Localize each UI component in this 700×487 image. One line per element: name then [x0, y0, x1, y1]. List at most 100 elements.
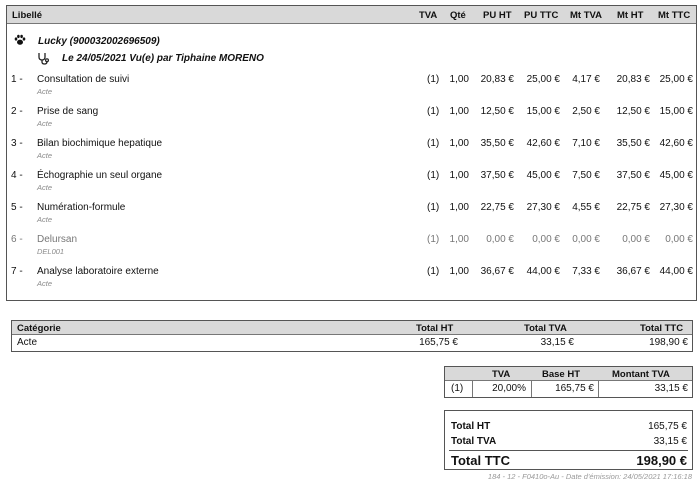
- col-base-ht: Base HT: [542, 369, 581, 380]
- line-index: 1 -: [11, 74, 23, 85]
- vat-code: (1): [451, 383, 464, 394]
- line-tva-code: (1): [427, 106, 440, 117]
- col-pu-ht: PU HT: [483, 10, 512, 21]
- totals-box: Total HT 165,75 € Total TVA 33,15 € Tota…: [444, 410, 693, 470]
- category-total-tva: 33,15 €: [540, 337, 574, 348]
- line-category: Acte: [37, 215, 53, 224]
- col-total-ttc: Total TTC: [640, 323, 684, 334]
- col-montant-tva: Montant TVA: [612, 369, 670, 380]
- table-row: Acte 165,75 € 33,15 € 198,90 €: [12, 335, 692, 351]
- line-category: Acte: [37, 279, 53, 288]
- invoice-line: 5 - Numération-formule Acte (1) 1,00 22,…: [7, 202, 696, 232]
- line-mt-tva: 7,50 €: [572, 170, 600, 181]
- line-mt-ttc: 44,00 €: [659, 266, 693, 277]
- line-qte: 1,00: [449, 106, 469, 117]
- col-tva: TVA: [419, 10, 438, 21]
- line-pu-ht: 0,00 €: [486, 234, 514, 245]
- line-mt-tva: 4,17 €: [572, 74, 600, 85]
- invoice-line: 6 - Delursan DEL001 (1) 1,00 0,00 € 0,00…: [7, 234, 696, 264]
- col-pu-ttc: PU TTC: [524, 10, 559, 21]
- invoice-line: 7 - Analyse laboratoire externe Acte (1)…: [7, 266, 696, 296]
- line-pu-ttc: 27,30 €: [526, 202, 560, 213]
- line-label: Consultation de suivi: [37, 74, 130, 85]
- line-mt-ht: 22,75 €: [616, 202, 650, 213]
- col-libelle: Libellé: [12, 10, 43, 21]
- line-pu-ttc: 44,00 €: [526, 266, 560, 277]
- line-category: Acte: [37, 119, 53, 128]
- visit-info: Le 24/05/2021 Vu(e) par Tiphaine MORENO: [62, 53, 264, 64]
- col-total-tva: Total TVA: [524, 323, 567, 334]
- category-total-ttc: 198,90 €: [649, 337, 688, 348]
- col-vat-rate: TVA: [492, 369, 511, 380]
- line-mt-ttc: 25,00 €: [659, 74, 693, 85]
- line-pu-ttc: 42,60 €: [526, 138, 560, 149]
- category-table-header: Catégorie Total HT Total TVA Total TTC: [12, 321, 692, 335]
- total-ttc-value: 198,90 €: [636, 453, 687, 468]
- line-index: 7 -: [11, 266, 23, 277]
- invoice-line: 2 - Prise de sang Acte (1) 1,00 12,50 € …: [7, 106, 696, 136]
- line-tva-code: (1): [427, 74, 440, 85]
- total-ht-label: Total HT: [451, 421, 491, 432]
- line-label: Prise de sang: [37, 106, 99, 117]
- category-total-ht: 165,75 €: [419, 337, 458, 348]
- vat-breakdown-table: TVA Base HT Montant TVA (1) 20,00% 165,7…: [444, 366, 693, 398]
- total-tva-value: 33,15 €: [653, 436, 687, 447]
- vat-amount: 33,15 €: [654, 383, 688, 394]
- line-label: Delursan: [37, 234, 78, 245]
- invoice-line: 1 - Consultation de suivi Acte (1) 1,00 …: [7, 74, 696, 104]
- line-mt-ttc: 0,00 €: [665, 234, 693, 245]
- line-pu-ht: 37,50 €: [480, 170, 514, 181]
- line-tva-code: (1): [427, 138, 440, 149]
- line-mt-ht: 0,00 €: [622, 234, 650, 245]
- line-qte: 1,00: [449, 202, 469, 213]
- line-index: 2 -: [11, 106, 23, 117]
- table-row: (1) 20,00% 165,75 € 33,15 €: [445, 381, 692, 397]
- line-pu-ttc: 0,00 €: [532, 234, 560, 245]
- line-mt-ht: 12,50 €: [616, 106, 650, 117]
- line-label: Numération-formule: [37, 202, 126, 213]
- line-index: 3 -: [11, 138, 23, 149]
- col-total-ht: Total HT: [416, 323, 454, 334]
- line-label: Bilan biochimique hepatique: [37, 138, 163, 149]
- stethoscope-icon: [38, 53, 50, 65]
- line-category: Acte: [37, 151, 53, 160]
- line-tva-code: (1): [427, 234, 440, 245]
- total-ttc-label: Total TTC: [451, 453, 510, 468]
- line-qte: 1,00: [449, 266, 469, 277]
- category-name: Acte: [17, 337, 38, 348]
- col-categorie: Catégorie: [17, 323, 61, 334]
- line-mt-ht: 35,50 €: [616, 138, 650, 149]
- patient-name: Lucky (900032002696509): [38, 36, 160, 47]
- line-qte: 1,00: [449, 170, 469, 181]
- line-pu-ht: 35,50 €: [480, 138, 514, 149]
- category-summary-table: Catégorie Total HT Total TVA Total TTC A…: [11, 320, 693, 352]
- line-index: 5 -: [11, 202, 23, 213]
- col-mt-ht: Mt HT: [617, 10, 644, 21]
- line-mt-ht: 20,83 €: [616, 74, 650, 85]
- invoice-line: 4 - Échographie un seul organe Acte (1) …: [7, 170, 696, 200]
- line-category: Acte: [37, 183, 53, 192]
- line-pu-ht: 12,50 €: [480, 106, 514, 117]
- line-mt-tva: 4,55 €: [572, 202, 600, 213]
- line-tva-code: (1): [427, 266, 440, 277]
- line-qte: 1,00: [449, 234, 469, 245]
- line-category: Acte: [37, 87, 53, 96]
- vat-table-header: TVA Base HT Montant TVA: [445, 367, 692, 381]
- line-mt-tva: 7,10 €: [572, 138, 600, 149]
- line-mt-tva: 0,00 €: [572, 234, 600, 245]
- line-mt-ttc: 27,30 €: [659, 202, 693, 213]
- line-mt-ttc: 45,00 €: [659, 170, 693, 181]
- line-tva-code: (1): [427, 202, 440, 213]
- line-mt-ht: 37,50 €: [616, 170, 650, 181]
- line-mt-ttc: 15,00 €: [659, 106, 693, 117]
- line-mt-tva: 7,33 €: [572, 266, 600, 277]
- col-mt-tva: Mt TVA: [570, 10, 603, 21]
- line-qte: 1,00: [449, 138, 469, 149]
- line-tva-code: (1): [427, 170, 440, 181]
- line-mt-ttc: 42,60 €: [659, 138, 693, 149]
- line-pu-ht: 20,83 €: [480, 74, 514, 85]
- vat-base-ht: 165,75 €: [555, 383, 594, 394]
- total-tva-label: Total TVA: [451, 436, 497, 447]
- vat-rate: 20,00%: [492, 383, 526, 394]
- line-pu-ttc: 15,00 €: [526, 106, 560, 117]
